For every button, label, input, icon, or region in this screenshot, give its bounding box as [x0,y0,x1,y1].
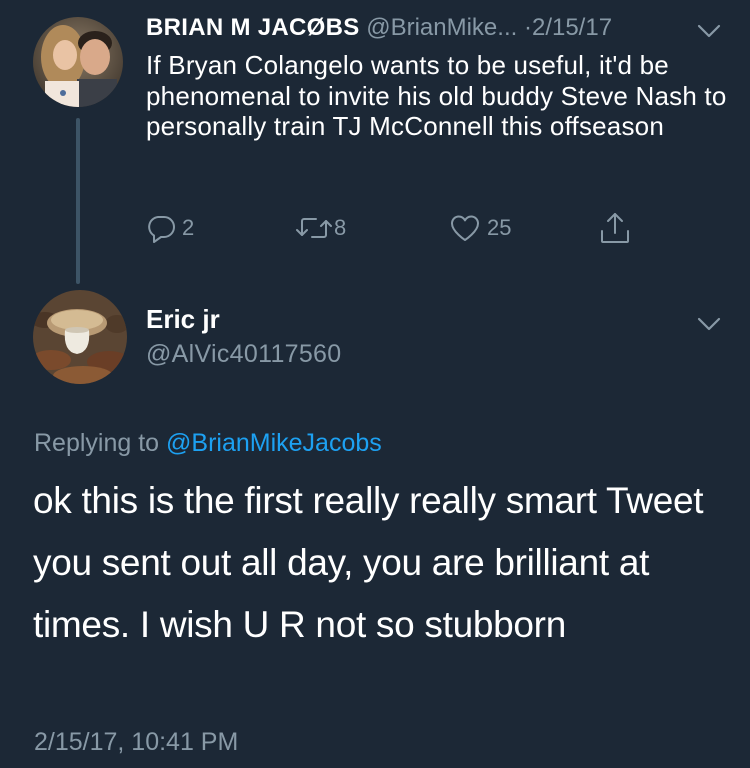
chevron-down-icon[interactable] [696,316,722,332]
parent-tweet-text: If Bryan Colangelo wants to be useful, i… [146,50,727,141]
replying-to-label: Replying to [34,429,160,457]
share-upload-icon [601,213,629,243]
parent-author-handle[interactable]: @BrianMike... [366,14,517,41]
parent-author-name[interactable]: BRIAN M JACØBS [146,14,360,41]
retweet-icon [296,218,332,238]
parent-tweet-header: BRIAN M JACØBS @BrianMike... ·2/15/17 [146,10,612,46]
thread-connector-line [76,118,80,284]
reply-bubble-icon [148,216,175,243]
parent-tweet-date[interactable]: 2/15/17 [532,14,612,41]
retweet-count: 8 [334,215,347,240]
parent-author-avatar[interactable] [33,17,123,107]
replying-to-line: Replying to @BrianMikeJacobs [34,426,382,460]
header-separator: · [523,14,532,41]
heart-icon [451,215,479,241]
reply-author-avatar[interactable] [33,290,127,384]
reply-tweet-timestamp[interactable]: 2/15/17, 10:41 PM [34,725,238,759]
reply-author-name[interactable]: Eric jr [146,302,220,336]
like-count: 25 [487,215,512,240]
replying-to-handle-link[interactable]: @BrianMikeJacobs [166,429,382,457]
reply-button[interactable]: 2 [146,210,194,246]
like-button[interactable]: 25 [449,210,511,246]
chevron-down-icon[interactable] [696,23,722,39]
share-button[interactable] [598,210,632,246]
reply-author-handle[interactable]: @AlVic40117560 [146,337,341,371]
reply-count: 2 [182,215,195,240]
retweet-button[interactable]: 8 [296,210,346,246]
reply-tweet-text: ok this is the first really really smart… [33,480,704,645]
